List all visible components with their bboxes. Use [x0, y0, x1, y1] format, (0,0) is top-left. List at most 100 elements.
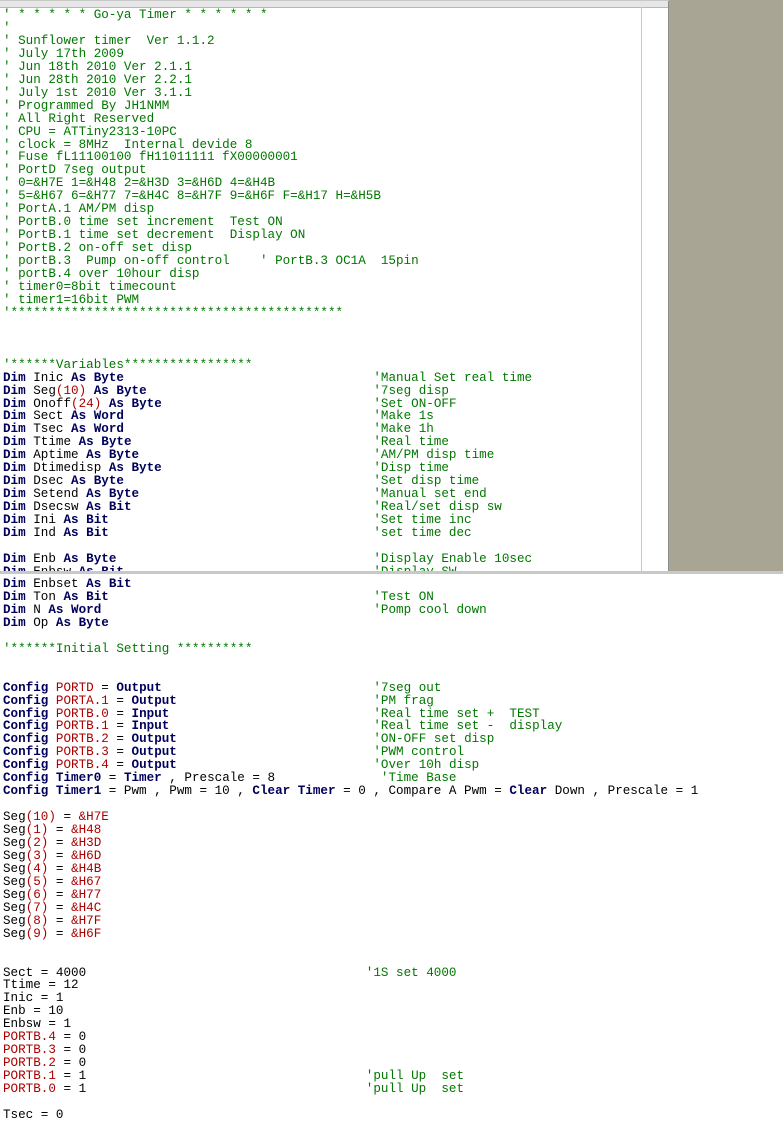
code-literal: (3) — [25, 848, 49, 863]
code-text: Ttime — [25, 435, 79, 450]
code-literal: PORTB.0 — [55, 706, 109, 721]
code-keyword: Clear Timer — [252, 784, 336, 799]
code-comment: ' PortB.1 time set decrement Display ON — [3, 228, 306, 243]
code-literal: PORTB.4 — [3, 1030, 56, 1045]
code-literal: (4) — [25, 861, 49, 876]
code-text: , Prescale = 8 — [161, 771, 276, 786]
code-text: Tsec = 0 — [3, 1107, 64, 1122]
code-comment: ' PortB.2 on-off set disp — [3, 241, 192, 256]
code-text: Seg — [3, 900, 26, 915]
code-line[interactable]: '***************************************… — [3, 305, 344, 320]
code-text: Ton — [25, 589, 64, 604]
code-keyword: As Byte — [93, 383, 147, 398]
code-text: Sect = 4000 — [3, 965, 87, 980]
code-line[interactable]: Seg(9) = &H6F — [3, 926, 101, 941]
code-line[interactable]: Config Timer1 = Pwm , Pwm = 10 , Clear T… — [3, 785, 698, 798]
window-background — [669, 0, 783, 572]
editor-pane-bottom[interactable]: Dim Enbset As Bit Dim Ton As Bit 'Test ON… — [0, 574, 783, 1134]
code-keyword: Output — [131, 745, 177, 760]
code-literal: (7) — [25, 900, 49, 915]
code-keyword: Dim — [3, 474, 26, 489]
code-literal: &H48 — [71, 823, 102, 838]
code-line[interactable]: PORTB.0 = 1 'pull Up set — [3, 1083, 464, 1096]
code-comment: 'Display Enable 10sec — [373, 551, 533, 566]
code-text: Seg — [25, 383, 56, 398]
code-keyword: As Word — [71, 409, 124, 424]
code-comment: 'Real/set disp sw — [373, 500, 502, 515]
code-keyword: Dim — [3, 448, 26, 463]
code-literal: (9) — [25, 926, 49, 941]
code-comment: 'AM/PM disp time — [373, 448, 495, 463]
code-comment: '1S set 4000 — [365, 965, 457, 980]
code-keyword: Config — [3, 693, 49, 708]
code-literal: (10) — [25, 810, 56, 825]
code-literal: (10) — [55, 383, 87, 398]
code-line[interactable]: Dim Op As Byte — [3, 615, 109, 630]
code-keyword: Output — [131, 732, 177, 747]
code-text: = 0 — [55, 1030, 87, 1045]
code-keyword: Config — [3, 706, 49, 721]
code-comment: '******Initial Setting ********** — [3, 641, 253, 656]
code-keyword: As Word — [71, 422, 124, 437]
code-comment: 'Manual Set real time — [373, 370, 533, 385]
editor-pane-top[interactable]: ' * * * * * Go-ya Timer * * * * * * ' ' Su… — [0, 0, 669, 573]
code-literal: &H77 — [71, 887, 102, 902]
code-keyword: As Byte — [86, 487, 140, 502]
code-text: Sect — [25, 409, 72, 424]
code-keyword: Dim — [3, 500, 26, 515]
code-line[interactable]: ' * * * * * Go-ya Timer * * * * * * — [3, 9, 268, 22]
code-text: Seg — [3, 926, 26, 941]
code-line[interactable]: '******Initial Setting ********** — [3, 641, 253, 656]
code-text: = — [48, 823, 72, 838]
code-text: Enbsw = 1 — [3, 1017, 72, 1032]
code-literal: (6) — [25, 887, 49, 902]
horizontal-scrollbar[interactable] — [0, 1, 669, 8]
code-comment: 'Over 10h disp — [373, 758, 480, 773]
code-text: Dsecsw — [25, 500, 87, 515]
code-comment: ' PortA.1 AM/PM disp — [3, 202, 155, 217]
code-comment: ' portB.4 over 10hour disp — [3, 267, 200, 281]
code-comment: ' clock = 8MHz Internal devide 8 — [3, 137, 253, 152]
code-keyword: As Bit — [63, 589, 109, 604]
code-literal: (8) — [25, 913, 49, 928]
code-comment: ' — [3, 20, 11, 35]
code-text: = 1 — [55, 1069, 87, 1084]
code-comment: ' Sunflower timer Ver 1.1.2 — [3, 33, 215, 48]
code-comment: ' Jun 18th 2010 Ver 2.1.1 — [3, 59, 192, 74]
code-line[interactable]: Tsec = 0 — [3, 1107, 64, 1122]
code-keyword: As Bit — [86, 577, 132, 591]
code-comment: ' PortB.0 time set increment Test ON — [3, 215, 283, 230]
code-keyword: Config — [3, 732, 49, 747]
code-literal: &H7F — [71, 913, 102, 928]
code-keyword: Config Timer0 — [3, 771, 102, 786]
code-comment: '***************************************… — [3, 305, 344, 320]
code-comment: 'Time Base — [373, 771, 457, 786]
code-comment: ' Programmed By JH1NMM — [3, 98, 170, 113]
code-literal: (5) — [25, 874, 49, 889]
code-text: = 0 — [55, 1043, 87, 1058]
code-comment: 'Make 1h — [373, 422, 434, 437]
code-text: Aptime — [25, 448, 87, 463]
code-literal: &H67 — [71, 874, 102, 889]
code-line[interactable]: Dim Ind As Bit 'set time dec — [3, 527, 472, 540]
code-comment: ' July 1st 2010 Ver 3.1.1 — [3, 85, 192, 100]
code-keyword: As Byte — [63, 551, 117, 566]
code-keyword: Dim — [3, 461, 26, 476]
code-keyword: As Bit — [63, 513, 109, 528]
code-keyword: As Byte — [86, 448, 140, 463]
code-text: = — [48, 874, 72, 889]
code-keyword: Config — [3, 680, 49, 695]
code-literal: PORTB.0 — [3, 1082, 56, 1097]
code-keyword: Dim — [3, 615, 26, 630]
